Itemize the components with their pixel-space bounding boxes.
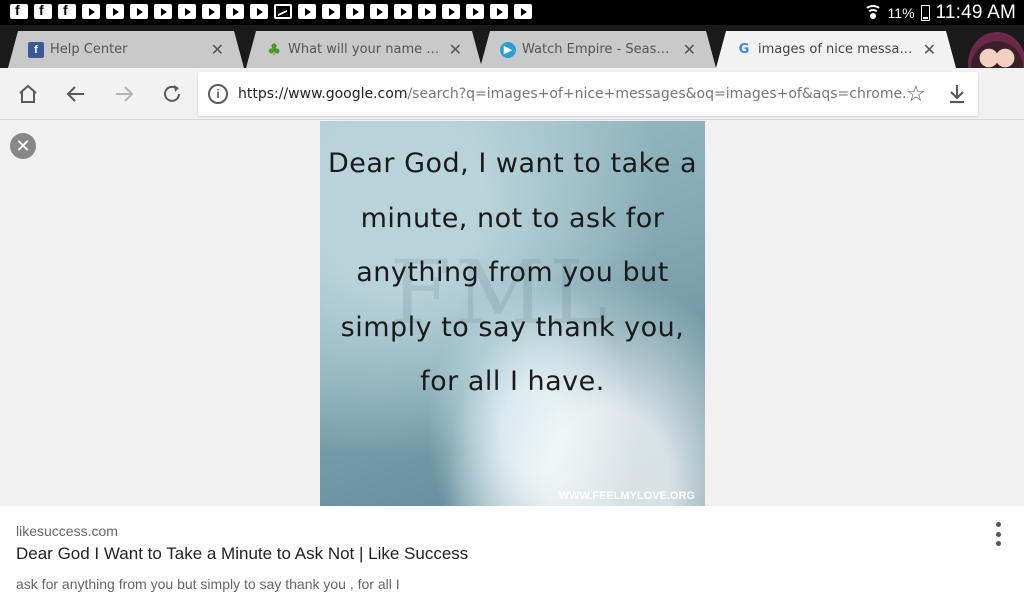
close-tab-icon[interactable]: ✕: [211, 40, 224, 59]
forward-arrow-icon: [116, 86, 134, 102]
result-snippet: ask for anything from you but simply to …: [16, 576, 400, 592]
reload-icon: [164, 85, 180, 102]
youtube-icon: [130, 4, 148, 19]
address-bar[interactable]: i https://www.google.com/search?q=images…: [198, 72, 978, 116]
youtube-icon: [178, 4, 196, 19]
youtube-icon: [250, 4, 268, 19]
image-site-mark: WWW.FEELMYLOVE.ORG: [558, 490, 695, 502]
youtube-icon: [514, 4, 532, 19]
facebook-icon: f: [28, 42, 44, 58]
result-title[interactable]: Dear God I Want to Take a Minute to Ask …: [16, 544, 468, 564]
youtube-icon: [346, 4, 364, 19]
image-quote: Dear God, I want to take a minute, not t…: [327, 148, 698, 397]
tab-watch-empire[interactable]: ▶ Watch Empire - Season 2 For ✕: [480, 31, 716, 68]
home-icon: [19, 84, 37, 103]
info-icon[interactable]: i: [208, 84, 228, 104]
google-icon: G: [738, 42, 750, 57]
tab-strip: f Help Center ✕ ♣ What will your name be…: [0, 25, 1024, 68]
youtube-icon: [322, 4, 340, 19]
more-options-icon[interactable]: [990, 520, 1006, 548]
status-bar: 11% 11:49 AM: [0, 0, 1024, 25]
tab-title: Help Center: [50, 42, 128, 57]
close-tab-icon[interactable]: ✕: [449, 40, 462, 59]
battery-icon: [920, 4, 930, 21]
download-icon[interactable]: [946, 82, 968, 106]
result-card[interactable]: likesuccess.com Dear God I Want to Take …: [0, 506, 1024, 600]
youtube-icon: [226, 4, 244, 19]
facebook-icon: [34, 2, 52, 19]
reload-button[interactable]: [158, 80, 186, 108]
gallery-icon: [274, 4, 292, 19]
youtube-icon: [82, 4, 100, 19]
youtube-icon: [370, 4, 388, 19]
close-icon: ✕: [15, 135, 31, 157]
close-tab-icon[interactable]: ✕: [683, 40, 696, 59]
facebook-icon: [58, 2, 76, 19]
youtube-icon: [154, 4, 172, 19]
back-arrow-icon: [66, 86, 84, 102]
close-tab-icon[interactable]: ✕: [923, 40, 936, 59]
status-right: 11% 11:49 AM: [863, 1, 1016, 24]
notification-icons: [10, 2, 532, 21]
tab-title: What will your name be if...: [288, 42, 435, 57]
home-button[interactable]: [14, 80, 42, 108]
cactus-icon: ♣: [266, 40, 282, 59]
url-host: https://www.google.com: [238, 86, 408, 102]
back-button[interactable]: [62, 80, 90, 108]
url-text[interactable]: https://www.google.com/search?q=images+o…: [238, 86, 908, 102]
youtube-icon: [490, 4, 508, 19]
play-icon: ▶: [500, 42, 516, 58]
tab-help-center[interactable]: f Help Center ✕: [8, 31, 244, 68]
tab-name-quiz[interactable]: ♣ What will your name be if... ✕: [246, 31, 482, 68]
tab-title: Watch Empire - Season 2 For: [522, 42, 673, 57]
youtube-icon: [106, 4, 124, 19]
forward-button[interactable]: [110, 80, 138, 108]
close-viewer-button[interactable]: ✕: [10, 133, 36, 159]
youtube-icon: [298, 4, 316, 19]
result-image[interactable]: FML Dear God, I want to take a minute, n…: [320, 121, 705, 506]
youtube-icon: [442, 4, 460, 19]
url-path: /search?q=images+of+nice+messages&oq=ima…: [407, 86, 908, 102]
facebook-icon: [10, 2, 28, 19]
clock: 11:49 AM: [935, 1, 1016, 23]
browser-toolbar: i https://www.google.com/search?q=images…: [0, 68, 1024, 120]
image-viewer: ✕ FML Dear God, I want to take a minute,…: [0, 121, 1024, 600]
battery-percent: 11%: [887, 4, 915, 21]
youtube-icon: [418, 4, 436, 19]
tab-title: images of nice messages - Go: [758, 42, 908, 57]
tab-google-search[interactable]: G images of nice messages - Go ✕: [716, 31, 956, 68]
result-domain[interactable]: likesuccess.com: [16, 523, 118, 539]
youtube-icon: [202, 4, 220, 19]
youtube-icon: [394, 4, 412, 19]
wifi-icon: [863, 4, 882, 21]
youtube-icon: [466, 4, 484, 19]
bookmark-star-icon[interactable]: ☆: [906, 82, 926, 107]
